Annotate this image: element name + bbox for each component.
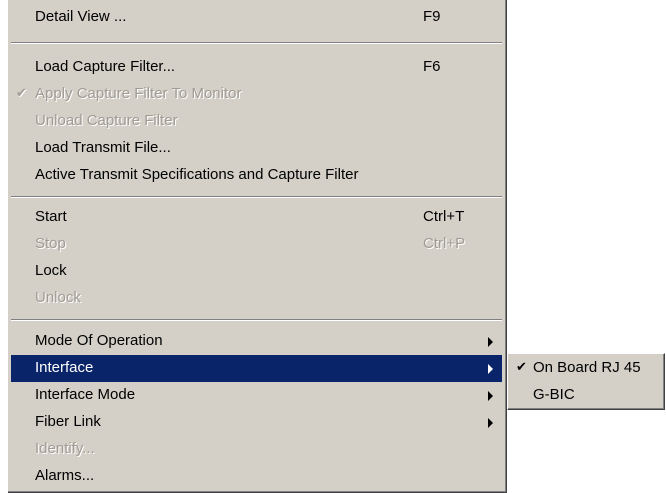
menu-item-interface-mode[interactable]: Interface Mode <box>11 382 502 409</box>
submenu-item-g-bic[interactable]: G-BIC <box>509 382 662 409</box>
menu-item-label: Apply Capture Filter To Monitor <box>35 85 242 102</box>
menu-item-identify: Identify... <box>11 436 502 463</box>
submenu-arrow-icon <box>488 418 493 428</box>
menu-item-label: Stop <box>35 235 66 252</box>
menu-item-label: Load Transmit File... <box>35 139 171 156</box>
submenu-item-on-board-rj45[interactable]: ✔ On Board RJ 45 <box>509 355 662 382</box>
submenu-arrow-icon <box>488 391 493 401</box>
menu-item-label: Interface <box>35 359 94 376</box>
menu-separator <box>11 42 502 44</box>
menu-item-label: Detail View ... <box>35 8 127 25</box>
menu-separator <box>11 196 502 198</box>
menu-item-start[interactable]: Start Ctrl+T <box>11 204 502 231</box>
menu-item-label: Start <box>35 208 67 225</box>
menu-item-detail-view[interactable]: Detail View ... F9 <box>11 4 502 31</box>
menu-item-label: Alarms... <box>35 467 95 484</box>
menu-item-mode-of-operation[interactable]: Mode Of Operation <box>11 328 502 355</box>
menu-item-active-transmit-specifications[interactable]: Active Transmit Specifications and Captu… <box>11 162 502 189</box>
menu-item-load-capture-filter[interactable]: Load Capture Filter... F6 <box>11 54 502 81</box>
checkmark-icon: ✔ <box>16 85 27 100</box>
menu-item-interface[interactable]: Interface <box>11 355 502 382</box>
menu-item-unload-capture-filter: Unload Capture Filter <box>11 108 502 135</box>
menu-item-label: Lock <box>35 262 67 279</box>
menu-item-label: Load Capture Filter... <box>35 58 176 75</box>
menu-item-label: Mode Of Operation <box>35 332 163 349</box>
menu-item-fiber-link[interactable]: Fiber Link <box>11 409 502 436</box>
submenu-arrow-icon <box>488 364 493 374</box>
menu-item-label: Identify... <box>35 440 95 457</box>
menu-item-alarms[interactable]: Alarms... <box>11 463 502 490</box>
menu-item-label: Unlock <box>35 289 81 306</box>
menu-separator <box>11 319 502 321</box>
checkmark-icon: ✔ <box>516 359 527 374</box>
submenu-item-label: On Board RJ 45 <box>533 359 641 376</box>
menu-item-stop: Stop Ctrl+P <box>11 231 502 258</box>
menu-item-label: Fiber Link <box>35 413 101 430</box>
menu-item-shortcut: F6 <box>423 58 441 75</box>
context-menu: Detail View ... F9 Load Capture Filter..… <box>8 0 507 493</box>
menu-item-lock[interactable]: Lock <box>11 258 502 285</box>
menu-item-label: Unload Capture Filter <box>35 112 178 129</box>
menu-item-unlock: Unlock <box>11 285 502 312</box>
menu-item-shortcut: F9 <box>423 8 441 25</box>
submenu-item-label: G-BIC <box>533 386 575 403</box>
menu-item-load-transmit-file[interactable]: Load Transmit File... <box>11 135 502 162</box>
interface-submenu: ✔ On Board RJ 45 G-BIC <box>507 353 665 410</box>
submenu-arrow-icon <box>488 337 493 347</box>
menu-item-label: Interface Mode <box>35 386 136 403</box>
menu-item-shortcut: Ctrl+T <box>423 208 465 225</box>
menu-item-label: Active Transmit Specifications and Captu… <box>35 166 359 183</box>
menu-item-apply-capture-filter: ✔ Apply Capture Filter To Monitor <box>11 81 502 108</box>
menu-item-shortcut: Ctrl+P <box>423 235 466 252</box>
